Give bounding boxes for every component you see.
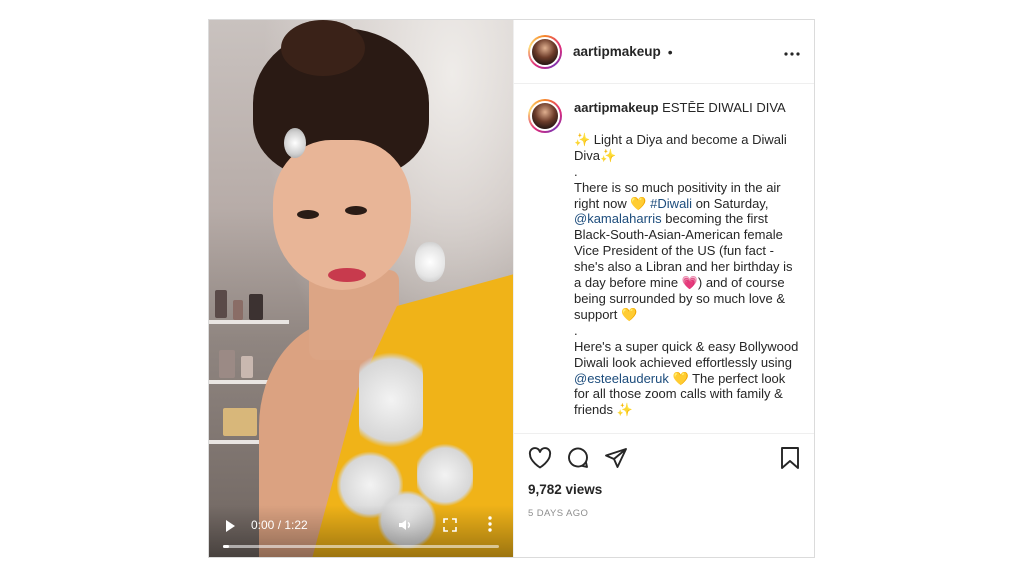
separator-dot: •: [667, 43, 673, 60]
caption-title: ESTĒE DIWALI DIVA: [662, 100, 786, 115]
hashtag-diwali[interactable]: #Diwali: [647, 196, 692, 211]
makeup-item: [215, 290, 227, 318]
heart-icon[interactable]: [528, 447, 552, 469]
caption-story-ring[interactable]: [528, 99, 562, 133]
bookmark-icon[interactable]: [780, 446, 800, 470]
action-icons: [528, 437, 800, 479]
caption-text: aartipmakeup ESTĒE DIWALI DIVA ✨ Light a…: [574, 100, 800, 418]
hair-bun: [281, 20, 365, 76]
comment-icon[interactable]: [566, 446, 590, 470]
sparkles-emoji: ✨: [574, 131, 591, 147]
caption-text-segment: on Saturday,: [692, 195, 769, 211]
share-icon[interactable]: [604, 447, 628, 469]
caption-avatar: [530, 101, 560, 131]
video-controls: 0:00 / 1:22: [209, 505, 513, 557]
lace-applique: [359, 340, 423, 460]
video-progress-fill: [223, 545, 229, 548]
avatar: [530, 36, 560, 67]
makeup-item: [223, 408, 257, 436]
post-actions: 9,782 views 5 DAYS AGO: [514, 433, 814, 557]
caption-row: aartipmakeup ESTĒE DIWALI DIVA ✨ Light a…: [528, 99, 800, 418]
video-progress-bar[interactable]: [223, 545, 499, 548]
pink-heart-emoji: 💗: [681, 275, 698, 291]
caption-separator: .: [574, 163, 578, 179]
yellow-heart-emoji: 💛: [620, 306, 638, 322]
post-header: aartipmakeup •: [514, 20, 814, 84]
post-sidebar: aartipmakeup • aartipmakeup ESTĒE DIWALI…: [513, 20, 814, 557]
shelf: [209, 320, 289, 324]
makeup-item: [233, 300, 243, 320]
mention-kamalaharris[interactable]: @kamalaharris: [574, 211, 662, 226]
makeup-item: [219, 350, 235, 378]
sparkles-emoji: ✨: [616, 402, 633, 418]
post-video[interactable]: 0:00 / 1:22: [209, 20, 513, 557]
sparkles-emoji: ✨: [600, 147, 617, 163]
volume-icon[interactable]: [397, 517, 413, 536]
makeup-item: [241, 356, 253, 378]
caption-area: aartipmakeup ESTĒE DIWALI DIVA ✨ Light a…: [514, 84, 814, 433]
yellow-heart-emoji: 💛: [630, 195, 647, 211]
header-username[interactable]: aartipmakeup: [573, 44, 661, 59]
video-time: 0:00 / 1:22: [251, 518, 308, 532]
earring: [415, 242, 445, 282]
maang-tikka: [284, 128, 306, 158]
story-ring[interactable]: [528, 34, 562, 69]
instagram-post: 0:00 / 1:22 aartipmakeup • aartipmakeup …: [208, 19, 815, 558]
play-icon[interactable]: [226, 520, 235, 532]
fullscreen-icon[interactable]: [442, 517, 458, 536]
eye: [297, 210, 319, 219]
mention-esteelauderuk[interactable]: @esteelauderuk: [574, 371, 669, 386]
lips: [328, 268, 366, 282]
more-vertical-icon[interactable]: [487, 515, 493, 536]
caption-username[interactable]: aartipmakeup: [574, 100, 659, 115]
makeup-item: [249, 294, 263, 320]
more-horizontal-icon[interactable]: [784, 43, 800, 61]
yellow-heart-emoji: 💛: [668, 370, 689, 386]
post-timestamp[interactable]: 5 DAYS AGO: [528, 508, 800, 519]
view-count[interactable]: 9,782 views: [528, 482, 800, 497]
caption-text-segment: Here's a super quick & easy Bollywood Di…: [574, 338, 799, 370]
caption-separator: .: [574, 322, 578, 338]
eye: [345, 206, 367, 215]
